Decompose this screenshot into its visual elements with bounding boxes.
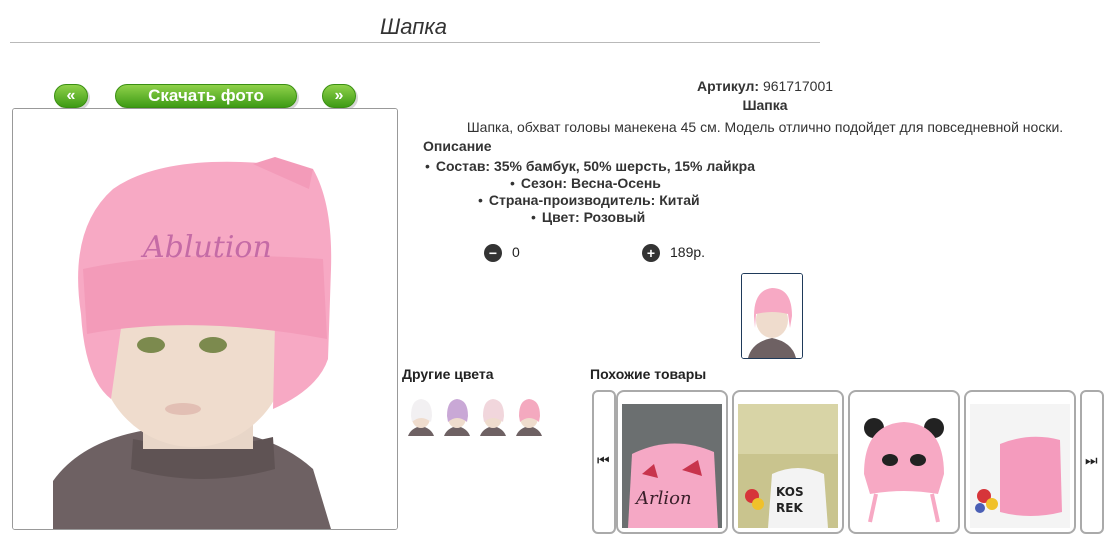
similar-product-image bbox=[970, 404, 1070, 528]
similar-product-card[interactable] bbox=[848, 390, 960, 534]
swatch-image bbox=[477, 392, 509, 436]
product-photo-image: Ablution bbox=[13, 109, 397, 529]
article-label: Артикул: bbox=[696, 78, 760, 94]
skip-forward-icon: ⏭ bbox=[1085, 452, 1098, 468]
property-item: Страна-производитель: Китай bbox=[478, 192, 700, 208]
thumbnail-image bbox=[742, 274, 802, 358]
svg-text:Ablution: Ablution bbox=[140, 230, 272, 265]
color-swatch-pink[interactable] bbox=[513, 392, 545, 436]
similar-product-card[interactable] bbox=[964, 390, 1076, 534]
swatch-image bbox=[405, 392, 437, 436]
swatch-image bbox=[441, 392, 473, 436]
color-swatch-light-pink[interactable] bbox=[477, 392, 509, 436]
plus-icon[interactable]: + bbox=[642, 244, 660, 263]
similar-product-image: Arlion bbox=[622, 404, 722, 528]
article-row: Артикул: 961717001 bbox=[420, 78, 1110, 94]
price-value: 189р. bbox=[670, 244, 706, 260]
title-divider bbox=[10, 42, 820, 43]
carousel-prev-button[interactable]: ⏮ bbox=[592, 390, 616, 534]
description-heading: Описание bbox=[423, 138, 492, 154]
color-swatch-white[interactable] bbox=[405, 392, 437, 436]
main-product-photo[interactable]: Ablution bbox=[12, 108, 398, 530]
similar-product-image bbox=[854, 404, 954, 528]
color-swatch-lilac[interactable] bbox=[441, 392, 473, 436]
quantity-value: 0 bbox=[512, 244, 520, 260]
next-photo-button[interactable]: » bbox=[322, 84, 356, 108]
similar-product-image: KOS REK bbox=[738, 404, 838, 528]
minus-icon[interactable]: − bbox=[484, 244, 502, 263]
similar-product-card[interactable]: KOS REK bbox=[732, 390, 844, 534]
product-thumbnail[interactable] bbox=[741, 273, 803, 359]
swatch-image bbox=[513, 392, 545, 436]
svg-text:Arlion: Arlion bbox=[634, 488, 692, 509]
other-colors-heading: Другие цвета bbox=[402, 366, 494, 382]
property-item: Состав: 35% бамбук, 50% шерсть, 15% лайк… bbox=[425, 158, 755, 174]
article-value: 961717001 bbox=[762, 78, 834, 94]
similar-product-card[interactable]: Arlion bbox=[616, 390, 728, 534]
carousel-next-button[interactable]: ⏭ bbox=[1080, 390, 1104, 534]
product-description: Шапка, обхват головы манекена 45 см. Мод… bbox=[466, 119, 1064, 135]
download-photo-button[interactable]: Скачать фото bbox=[115, 84, 297, 108]
svg-text:REK: REK bbox=[776, 501, 803, 515]
prev-photo-button[interactable]: « bbox=[54, 84, 88, 108]
quantity-control: −0 bbox=[484, 244, 520, 263]
skip-back-icon: ⏮ bbox=[597, 452, 610, 468]
property-item: Цвет: Розовый bbox=[531, 209, 645, 225]
price-control: +189р. bbox=[642, 244, 706, 263]
product-name: Шапка bbox=[742, 97, 788, 113]
svg-text:KOS: KOS bbox=[776, 485, 804, 499]
similar-products-heading: Похожие товары bbox=[590, 366, 707, 382]
page-title: Шапка bbox=[380, 14, 447, 39]
property-item: Сезон: Весна-Осень bbox=[510, 175, 661, 191]
